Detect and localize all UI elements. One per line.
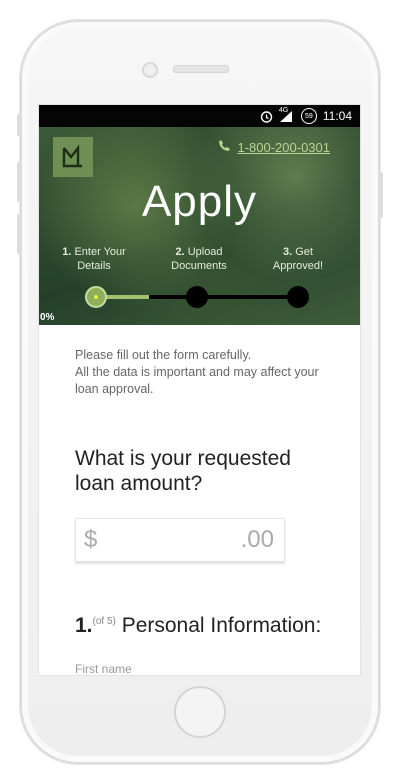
step-dot-2	[186, 286, 208, 308]
step-number: 2.	[175, 246, 185, 258]
intro-line-2: All the data is important and may affect…	[75, 365, 319, 396]
step-dot-1	[85, 286, 107, 308]
alarm-icon	[260, 110, 273, 123]
step-label: Enter Your	[74, 246, 126, 258]
power-button	[379, 172, 383, 218]
status-bar: 4G 59 11:04	[39, 105, 360, 127]
step-number: 3.	[283, 246, 293, 258]
step-dot-3	[287, 286, 309, 308]
loan-amount-input[interactable]: $ .00	[75, 518, 285, 562]
first-name-label: First name	[75, 662, 132, 676]
front-camera	[142, 62, 158, 78]
cents-suffix: .00	[240, 526, 274, 553]
clock: 11:04	[322, 109, 352, 123]
step-label: Upload	[187, 246, 223, 258]
header-hero: 1-800-200-0301 Apply 1. Enter Your Detai…	[39, 127, 360, 325]
section-heading: 1.(of 5) Personal Information:	[75, 614, 324, 638]
loan-amount-question: What is your requested loan amount?	[75, 447, 291, 495]
phone-link[interactable]: 1-800-200-0301	[218, 139, 330, 155]
form-content: Please fill out the form carefully. All …	[39, 347, 360, 676]
intro-text: Please fill out the form carefully. All …	[75, 347, 324, 398]
notification-badge: 59	[300, 108, 317, 124]
signal-icon: 4G	[278, 106, 295, 123]
volume-up-button	[17, 162, 21, 202]
progress-percent: 0%	[40, 312, 55, 323]
home-button[interactable]	[174, 686, 226, 738]
page-title: Apply	[141, 177, 258, 226]
step-label: Get	[295, 246, 313, 258]
intro-line-1: Please fill out the form carefully.	[75, 348, 252, 362]
network-type: 4G	[278, 106, 289, 114]
step-2: 2. Upload Documents	[154, 245, 244, 273]
section-title: Personal Information:	[121, 614, 322, 637]
section-number: 1.	[75, 614, 93, 637]
brand-logo[interactable]	[53, 137, 93, 177]
phone-number: 1-800-200-0301	[237, 139, 330, 155]
app-screen: 4G 59 11:04 1-800-200-0301 Apply 1. Ente…	[38, 104, 361, 676]
step-number: 1.	[62, 246, 72, 258]
section-count: (of 5)	[92, 616, 116, 627]
volume-down-button	[17, 214, 21, 254]
phone-icon	[218, 139, 231, 155]
step-label-2: Details	[77, 260, 111, 272]
currency-symbol: $	[84, 526, 98, 553]
progress-bar	[85, 285, 309, 309]
earpiece-speaker	[173, 65, 229, 73]
step-label-2: Approved!	[272, 260, 324, 272]
step-1: 1. Enter Your Details	[49, 245, 139, 273]
step-label-2: Documents	[171, 260, 227, 272]
step-3: 3. Get Approved!	[253, 245, 343, 273]
mute-switch	[17, 114, 21, 136]
logo-mark-icon	[62, 145, 82, 168]
